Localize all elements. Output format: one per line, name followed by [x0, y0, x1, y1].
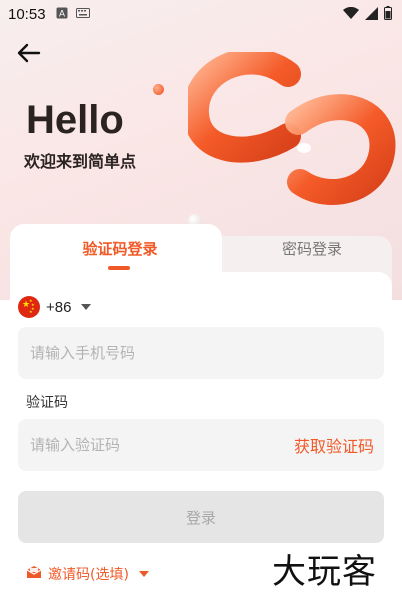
tab-password-login-label[interactable]: 密码登录 [222, 238, 402, 259]
login-button[interactable]: 登录 [18, 491, 384, 543]
back-arrow-icon[interactable] [14, 38, 44, 68]
code-field[interactable]: 获取验证码 [18, 419, 384, 471]
code-input[interactable] [30, 436, 260, 454]
phone-input[interactable] [30, 344, 372, 362]
keyboard-a-icon: A [56, 7, 68, 22]
hello-title: Hello [26, 98, 124, 142]
tab-sms-login-label[interactable]: 验证码登录 [10, 238, 230, 259]
tab-active-indicator [108, 266, 130, 270]
china-flag-icon: ★ ★ ★ ★ ★ [18, 296, 40, 318]
invite-code-label: 邀请码(选填) [48, 567, 129, 583]
wifi-icon [343, 6, 359, 24]
battery-icon [384, 6, 392, 24]
phone-field[interactable] [18, 327, 384, 379]
keyboard-icon [75, 7, 90, 21]
chevron-down-icon [81, 304, 92, 310]
svg-text:A: A [59, 8, 65, 18]
dial-code: +86 [46, 298, 72, 316]
decor-orange-ball [153, 84, 164, 95]
decor-3d-logo [188, 52, 396, 205]
invite-code-toggle[interactable]: 邀请码(选填) [26, 564, 149, 584]
status-bar: 10:53 A [0, 0, 402, 28]
login-card: 验证码登录 密码登录 ★ ★ ★ ★ ★ +86 验证码 获取验证码 登录 邀请… [10, 224, 392, 598]
signal-icon [365, 6, 378, 24]
status-time: 10:53 [8, 5, 46, 23]
welcome-subtitle: 欢迎来到简单点 [24, 152, 137, 171]
get-code-button[interactable]: 获取验证码 [294, 419, 374, 471]
envelope-icon [26, 565, 42, 583]
chevron-down-icon [138, 571, 149, 577]
watermark-text: 大玩客 [272, 552, 377, 592]
country-code-selector[interactable]: ★ ★ ★ ★ ★ +86 [18, 296, 92, 318]
code-label: 验证码 [26, 395, 68, 411]
